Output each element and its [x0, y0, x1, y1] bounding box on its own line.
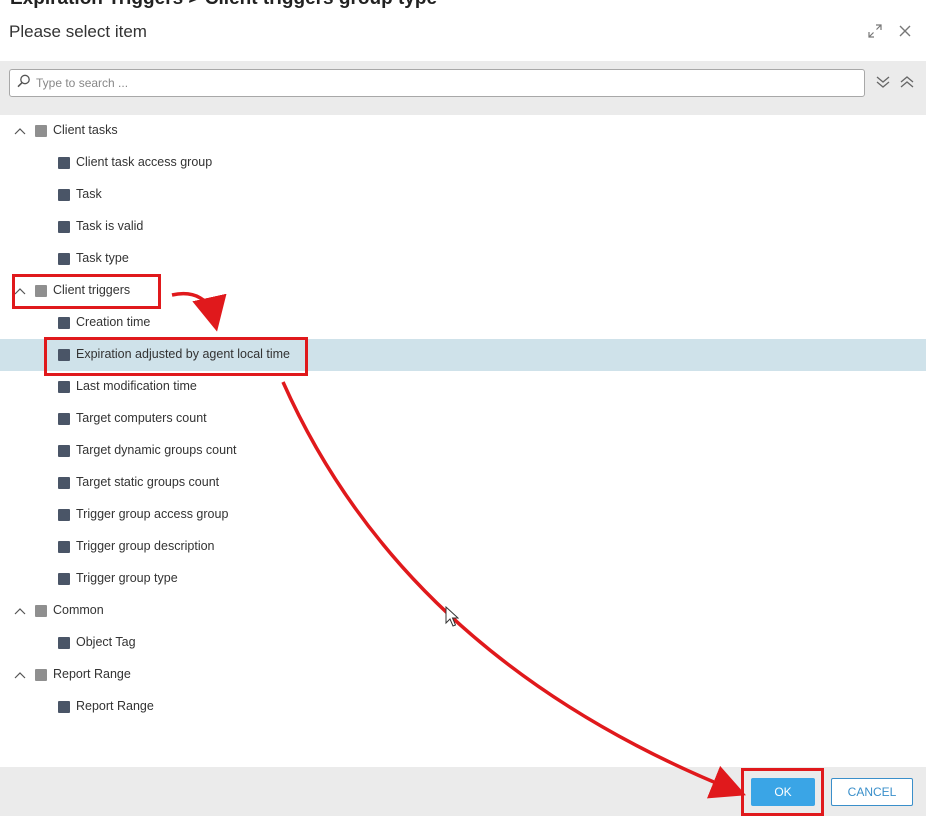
tree-group-label: Common	[53, 603, 104, 617]
field-icon	[58, 253, 70, 265]
tree-group-client-triggers[interactable]: Client triggers	[0, 275, 926, 307]
tree-item[interactable]: Task	[0, 179, 926, 211]
ok-button[interactable]: OK	[751, 778, 815, 806]
tree-item-label: Object Tag	[76, 635, 136, 649]
field-icon	[58, 221, 70, 233]
tree-item[interactable]: Target static groups count	[0, 467, 926, 499]
tree-item[interactable]: Last modification time	[0, 371, 926, 403]
tree-item-label: Last modification time	[76, 379, 197, 393]
group-icon	[35, 125, 47, 137]
tree-item[interactable]: Trigger group description	[0, 531, 926, 563]
tree-item-label: Target static groups count	[76, 475, 220, 489]
field-icon	[58, 701, 70, 713]
tree-item-label: Report Range	[76, 699, 154, 713]
mouse-pointer-icon	[445, 605, 460, 633]
field-icon	[58, 381, 70, 393]
search-toolbar	[0, 61, 926, 115]
field-icon	[58, 541, 70, 553]
tree-item-label: Trigger group description	[76, 539, 215, 553]
tree-item-label: Expiration adjusted by agent local time	[76, 347, 291, 361]
tree-item-label: Creation time	[76, 315, 151, 329]
group-icon	[35, 605, 47, 617]
chevron-up-icon[interactable]	[14, 284, 26, 298]
close-icon[interactable]	[898, 22, 912, 42]
tree-group-common[interactable]: Common	[0, 595, 926, 627]
field-icon	[58, 637, 70, 649]
tree-item[interactable]: Client task access group	[0, 147, 926, 179]
tree-item[interactable]: Creation time	[0, 307, 926, 339]
tree-item[interactable]: Task is valid	[0, 211, 926, 243]
tree-group-report-range[interactable]: Report Range	[0, 659, 926, 691]
cropped-heading: Expiration Triggers > Client triggers gr…	[0, 0, 926, 10]
expand-icon[interactable]	[868, 22, 882, 42]
tree-item-label: Task	[76, 187, 102, 201]
tree-item[interactable]: Report Range	[0, 691, 926, 723]
field-icon	[58, 509, 70, 521]
group-icon	[35, 285, 47, 297]
cancel-button[interactable]: CANCEL	[831, 778, 913, 806]
chevron-up-icon[interactable]	[14, 604, 26, 618]
chevron-up-icon[interactable]	[14, 668, 26, 682]
field-icon	[58, 189, 70, 201]
field-icon	[58, 413, 70, 425]
tree-item[interactable]: Trigger group type	[0, 563, 926, 595]
field-icon	[58, 157, 70, 169]
search-icon	[17, 74, 30, 93]
tree-item-label: Client task access group	[76, 155, 213, 169]
dialog-footer: OK CANCEL	[0, 767, 926, 816]
tree-group-label: Client tasks	[53, 123, 118, 137]
search-input[interactable]	[36, 73, 836, 93]
tree-item[interactable]: Trigger group access group	[0, 499, 926, 531]
search-box[interactable]	[9, 69, 865, 97]
field-icon	[58, 477, 70, 489]
tree-item-label: Trigger group type	[76, 571, 178, 585]
field-icon	[58, 349, 70, 361]
tree-item-selected[interactable]: Expiration adjusted by agent local time	[0, 339, 926, 371]
tree-item-label: Target dynamic groups count	[76, 443, 237, 457]
tree-item-label: Task is valid	[76, 219, 144, 233]
tree-item[interactable]: Target computers count	[0, 403, 926, 435]
tree-item[interactable]: Task type	[0, 243, 926, 275]
double-chevron-up-icon[interactable]	[899, 75, 915, 94]
field-icon	[58, 317, 70, 329]
group-icon	[35, 669, 47, 681]
tree-item-label: Trigger group access group	[76, 507, 229, 521]
tree-group-client-tasks[interactable]: Client tasks	[0, 115, 926, 147]
dialog-title: Please select item	[9, 22, 147, 41]
tree-group-label: Client triggers	[53, 283, 131, 297]
field-icon	[58, 445, 70, 457]
tree-item[interactable]: Target dynamic groups count	[0, 435, 926, 467]
tree-item-label: Task type	[76, 251, 129, 265]
tree-item-label: Target computers count	[76, 411, 207, 425]
field-icon	[58, 573, 70, 585]
tree-group-label: Report Range	[53, 667, 131, 681]
chevron-up-icon[interactable]	[14, 124, 26, 138]
tree-item[interactable]: Object Tag	[0, 627, 926, 659]
double-chevron-down-icon[interactable]	[875, 75, 891, 94]
